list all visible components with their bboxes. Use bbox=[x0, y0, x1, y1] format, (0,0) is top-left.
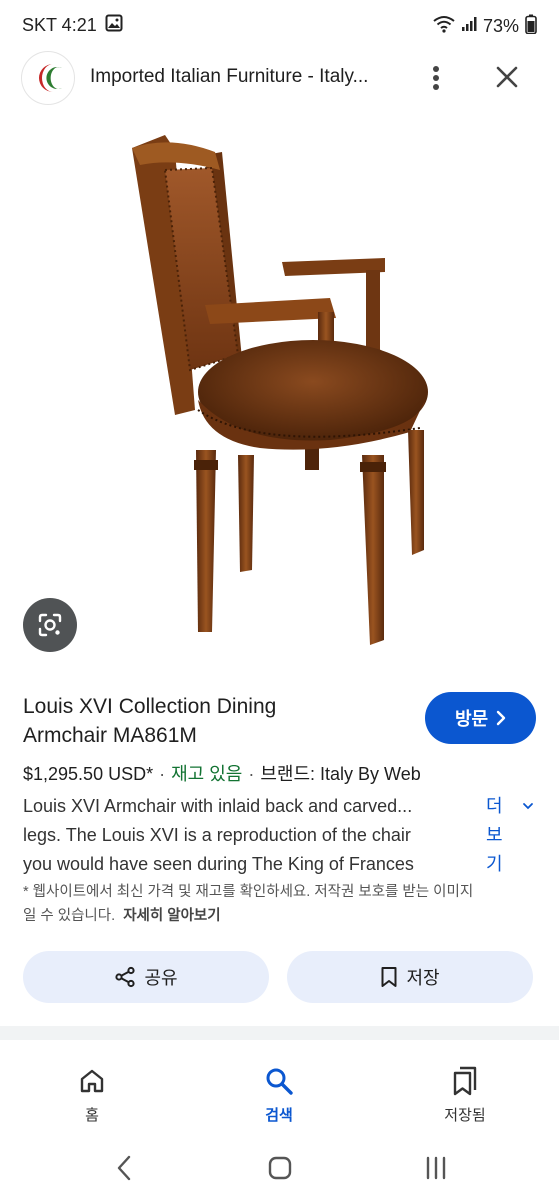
bookmark-icon bbox=[381, 967, 397, 987]
share-icon bbox=[115, 966, 136, 988]
site-logo bbox=[22, 52, 74, 104]
nav-search[interactable]: 검색 bbox=[229, 1064, 329, 1125]
chevron-right-icon bbox=[496, 710, 506, 726]
product-title-line1: Louis XVI Collection Dining bbox=[23, 695, 277, 718]
show-more-button[interactable]: 더 보 기 bbox=[486, 792, 536, 879]
learn-more-link[interactable]: 자세히 알아보기 bbox=[123, 908, 220, 924]
collections-icon bbox=[415, 1064, 515, 1098]
system-home-button[interactable] bbox=[266, 1152, 294, 1184]
bottom-nav: 홈 검색 저장됨 bbox=[0, 1040, 559, 1140]
share-button[interactable]: 공유 bbox=[23, 951, 269, 1003]
section-divider bbox=[0, 1026, 559, 1040]
separator-dot: · bbox=[248, 764, 255, 784]
brand: 브랜드: Italy By Web bbox=[260, 764, 421, 784]
share-label: 공유 bbox=[144, 968, 178, 988]
back-icon bbox=[117, 1155, 131, 1181]
carrier-time: SKT 4:21 bbox=[22, 15, 97, 35]
nav-saved[interactable]: 저장됨 bbox=[415, 1064, 515, 1125]
armchair-illustration bbox=[132, 135, 428, 645]
product-title: Louis XVI Collection Dining Armchair MA8… bbox=[23, 692, 403, 750]
desc-line: you would have seen during The King of F… bbox=[23, 854, 414, 874]
chevron-down-icon bbox=[522, 792, 534, 831]
more-label-3: 기 bbox=[486, 854, 503, 874]
system-nav-bar bbox=[0, 1140, 559, 1200]
nav-saved-label: 저장됨 bbox=[444, 1107, 486, 1124]
save-label: 저장 bbox=[406, 968, 440, 988]
separator-dot: · bbox=[159, 764, 166, 784]
system-back-button[interactable] bbox=[112, 1152, 136, 1184]
close-icon bbox=[496, 66, 518, 88]
google-lens-button[interactable] bbox=[23, 598, 77, 652]
save-button[interactable]: 저장 bbox=[287, 951, 533, 1003]
system-recents-button[interactable] bbox=[422, 1152, 450, 1184]
more-vert-icon bbox=[433, 66, 439, 90]
visit-label: 방문 bbox=[454, 709, 489, 729]
battery-percent: 73% bbox=[482, 16, 519, 36]
nav-home-label: 홈 bbox=[85, 1107, 99, 1124]
product-image[interactable] bbox=[0, 110, 559, 670]
visit-button[interactable]: 방문 bbox=[425, 692, 536, 744]
status-right: 73% bbox=[433, 14, 537, 39]
status-bar: SKT 4:21 73% bbox=[0, 0, 559, 50]
product-description: Louis XVI Armchair with inlaid back and … bbox=[23, 792, 468, 879]
price: $1,295.50 USD* bbox=[23, 764, 154, 784]
lens-icon bbox=[38, 613, 62, 637]
search-icon bbox=[229, 1064, 329, 1098]
disclaimer-line1: * 웹사이트에서 최신 가격 및 재고를 확인하세요. 저작권 보호를 받는 이… bbox=[23, 884, 474, 900]
signal-icon bbox=[461, 16, 477, 37]
desc-line: Louis XVI Armchair with inlaid back and … bbox=[23, 796, 413, 816]
more-options-button[interactable] bbox=[420, 62, 452, 94]
gallery-icon bbox=[105, 14, 123, 37]
home-icon bbox=[42, 1064, 142, 1098]
status-left: SKT 4:21 bbox=[22, 14, 123, 37]
recents-icon bbox=[426, 1156, 446, 1180]
disclaimer-line2-wrap: 일 수 있습니다. 자세히 알아보기 bbox=[23, 904, 538, 928]
nav-home[interactable]: 홈 bbox=[42, 1064, 142, 1125]
header: Imported Italian Furniture - Italy... bbox=[0, 50, 559, 106]
price-row: $1,295.50 USD* · 재고 있음 · 브랜드: Italy By Web bbox=[23, 760, 421, 786]
close-button[interactable] bbox=[490, 60, 524, 94]
disclaimer: * 웹사이트에서 최신 가격 및 재고를 확인하세요. 저작권 보호를 받는 이… bbox=[23, 880, 538, 928]
page-title: Imported Italian Furniture - Italy... bbox=[90, 66, 369, 87]
home-square-icon bbox=[268, 1156, 292, 1180]
disclaimer-line2: 일 수 있습니다. bbox=[23, 908, 116, 924]
desc-line: legs. The Louis XVI is a reproduction of… bbox=[23, 825, 411, 845]
product-title-line2: Armchair MA861M bbox=[23, 724, 197, 747]
stock-status: 재고 있음 bbox=[171, 764, 243, 784]
wifi-icon bbox=[433, 15, 455, 38]
nav-search-label: 검색 bbox=[265, 1107, 293, 1124]
battery-icon bbox=[525, 14, 537, 39]
